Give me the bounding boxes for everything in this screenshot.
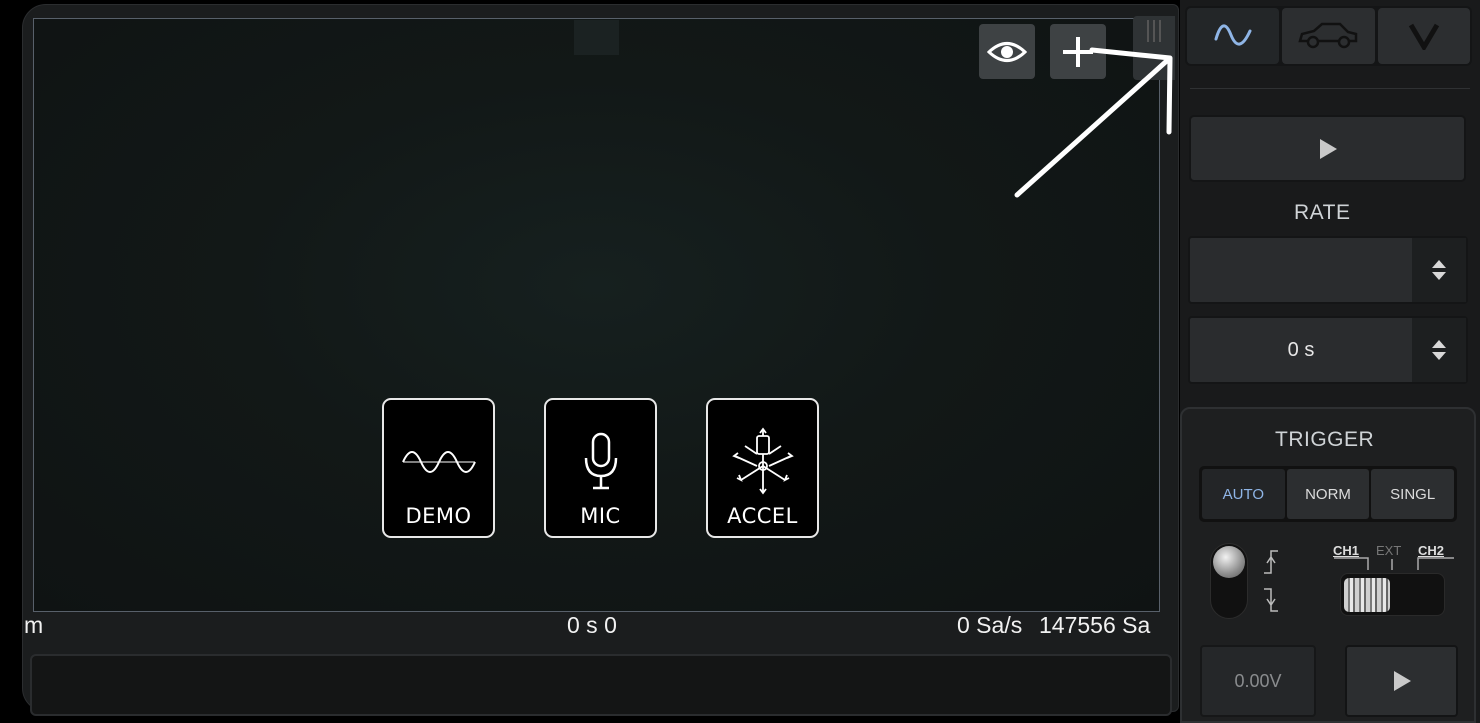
ch1-label: CH1 [1333,543,1360,558]
run-button[interactable] [1189,115,1466,182]
bottom-bar[interactable] [30,654,1172,716]
falling-edge-icon [1264,588,1278,612]
sine-wave-icon [401,451,476,473]
trigger-source-slider[interactable] [1340,573,1445,616]
status-rate: 0 Sa/s [957,612,1023,638]
updown-arrows-icon [1432,340,1446,360]
rate-label: RATE [1294,201,1351,224]
mic-label: MIC [580,504,621,528]
trigger-mode-tabs: AUTO NORM SINGL [1199,466,1457,522]
mode-bar [1185,6,1472,66]
time-arrows[interactable] [1412,318,1466,382]
microphone-icon [584,432,617,490]
accel-source-button[interactable]: ACCEL [706,398,819,538]
panel-divider [1190,88,1470,89]
tab-norm[interactable]: NORM [1286,469,1370,519]
mic-source-button[interactable]: MIC [544,398,657,538]
trigger-title: TRIGGER [1275,428,1375,451]
car-icon [1298,22,1358,49]
time-value: 0 s [1287,338,1315,361]
play-icon [1393,671,1411,691]
updown-arrows-icon [1432,260,1446,280]
demo-label: DEMO [405,504,472,528]
mode-car[interactable] [1282,8,1375,64]
waveform-icon [1214,24,1252,46]
mode-scope[interactable] [1187,8,1280,64]
ext-label: EXT [1376,543,1402,558]
tab-auto[interactable]: AUTO [1202,469,1285,519]
mode-voltmeter[interactable] [1377,8,1470,64]
accelerometer-icon [731,427,794,495]
channel-ticks [1334,557,1454,570]
status-samples: 147556 Sa [1039,612,1151,638]
trigger-run-button[interactable] [1345,645,1458,717]
status-left: m [24,612,44,638]
rate-value [1190,238,1412,302]
slope-knob[interactable] [1213,546,1245,578]
play-icon [1319,138,1337,159]
status-time: 0 s 0 [567,612,617,638]
voltage-icon [1408,23,1439,50]
slope-toggle[interactable] [1210,543,1248,619]
rate-spinner[interactable] [1188,236,1468,304]
demo-source-button[interactable]: DEMO [382,398,495,538]
rising-edge-icon [1264,550,1278,574]
tab-singl[interactable]: SINGL [1371,469,1455,519]
rate-arrows[interactable] [1412,238,1466,302]
trigger-level-field[interactable]: 0.00V [1200,645,1316,717]
slider-thumb[interactable] [1344,578,1390,612]
ch2-label: CH2 [1418,543,1445,558]
time-spinner[interactable]: 0 s [1188,316,1468,384]
accel-label: ACCEL [727,504,798,528]
